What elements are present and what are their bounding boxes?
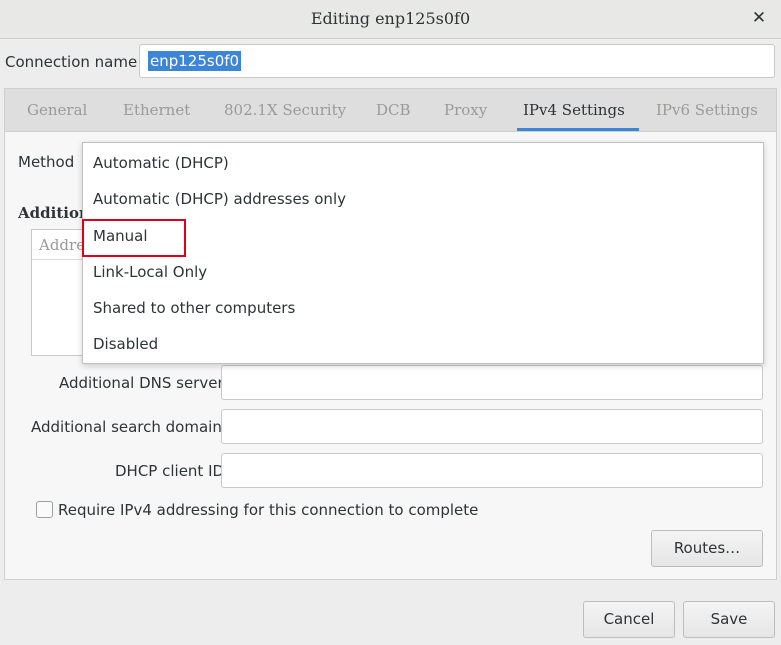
- tab-dcb[interactable]: DCB: [376, 101, 411, 119]
- tab-ipv6-settings[interactable]: IPv6 Settings: [656, 101, 758, 119]
- cancel-button[interactable]: Cancel: [583, 601, 675, 638]
- dhcp-client-id-label: DHCP client ID: [115, 462, 225, 480]
- dns-servers-label: Additional DNS servers: [59, 374, 232, 392]
- close-icon[interactable]: ✕: [747, 6, 771, 30]
- search-domains-input[interactable]: [221, 409, 763, 444]
- tab-general[interactable]: General: [27, 101, 87, 119]
- connection-name-label: Connection name: [5, 53, 138, 71]
- method-option-shared[interactable]: Shared to other computers: [93, 299, 295, 317]
- title-bar: Editing enp125s0f0 ✕: [0, 0, 781, 39]
- require-ipv4-label: Require IPv4 addressing for this connect…: [58, 501, 479, 519]
- method-option-dhcp-addresses-only[interactable]: Automatic (DHCP) addresses only: [93, 190, 346, 208]
- search-domains-label: Additional search domains: [31, 418, 230, 436]
- tab-ipv4-settings[interactable]: IPv4 Settings: [517, 101, 639, 131]
- dhcp-client-id-input[interactable]: [221, 453, 763, 488]
- tab-8021x-security[interactable]: 802.1X Security: [224, 101, 346, 119]
- routes-button[interactable]: Routes…: [651, 530, 763, 567]
- require-ipv4-checkbox[interactable]: [36, 501, 53, 518]
- addresses-heading: Addition: [18, 204, 90, 222]
- method-option-automatic-dhcp[interactable]: Automatic (DHCP): [93, 154, 229, 172]
- window-title: Editing enp125s0f0: [310, 9, 471, 28]
- tab-bar: General Ethernet 802.1X Security DCB Pro…: [5, 89, 776, 132]
- method-option-link-local-only[interactable]: Link-Local Only: [93, 263, 207, 281]
- method-dropdown-menu: Automatic (DHCP) Automatic (DHCP) addres…: [82, 142, 764, 364]
- method-option-manual[interactable]: Manual: [93, 227, 148, 245]
- save-button[interactable]: Save: [683, 601, 775, 638]
- method-option-disabled[interactable]: Disabled: [93, 335, 158, 353]
- connection-name-value: enp125s0f0: [148, 51, 242, 71]
- method-label: Method: [18, 153, 75, 171]
- connection-name-input[interactable]: enp125s0f0: [139, 44, 775, 78]
- tab-ethernet[interactable]: Ethernet: [123, 101, 190, 119]
- dns-servers-input[interactable]: [221, 365, 763, 400]
- tab-proxy[interactable]: Proxy: [444, 101, 487, 119]
